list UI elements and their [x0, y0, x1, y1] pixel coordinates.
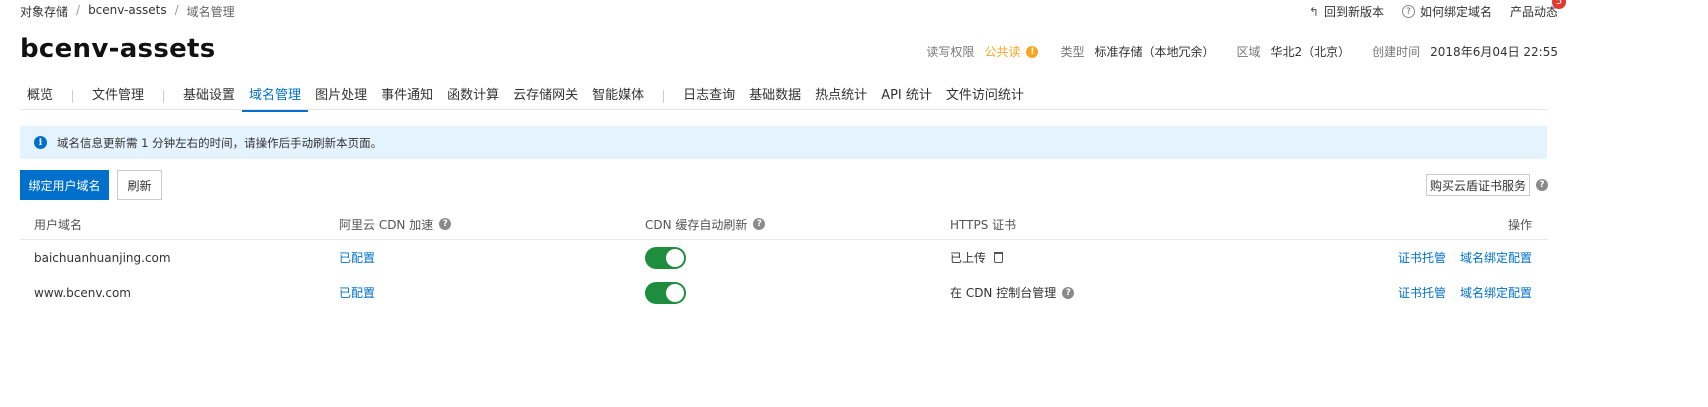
- help-icon[interactable]: ?: [753, 218, 766, 230]
- table-row: www.bcenv.com 已配置 在 CDN 控制台管理 ? 证书托管 域名绑…: [20, 275, 1548, 310]
- tab-event-notification[interactable]: 事件通知: [374, 86, 440, 110]
- type-label: 类型: [1060, 45, 1085, 59]
- acl-value: 公共读 !: [984, 43, 1039, 60]
- header-cdn-label: 阿里云 CDN 加速: [339, 217, 434, 232]
- https-cell: 在 CDN 控制台管理 ?: [950, 275, 1075, 310]
- cdn-refresh-toggle[interactable]: [645, 281, 686, 304]
- created-label: 创建时间: [1372, 45, 1421, 59]
- product-news-label: 产品动态: [1509, 5, 1558, 19]
- tab-domain-management[interactable]: 域名管理: [242, 86, 309, 112]
- cdn-configured-link[interactable]: 已配置: [339, 275, 375, 310]
- tab-divider: [72, 90, 74, 103]
- tab-hotspot-stats[interactable]: 热点统计: [808, 86, 874, 110]
- https-status: 已上传: [950, 251, 987, 265]
- back-to-new-version-label: 回到新版本: [1323, 5, 1384, 19]
- info-alert: i 域名信息更新需 1 分钟左右的时间，请操作后手动刷新本页面。: [20, 126, 1547, 159]
- back-to-new-version-link[interactable]: ↰ 回到新版本: [1309, 3, 1384, 20]
- tab-divider: [163, 90, 165, 103]
- meta-type: 类型 标准存储（本地冗余）: [1060, 43, 1214, 60]
- breadcrumb-item-bucket[interactable]: bcenv-assets: [88, 3, 167, 20]
- acl-label: 读写权限: [926, 45, 975, 59]
- tab-file-access-stats[interactable]: 文件访问统计: [939, 86, 1031, 110]
- top-links: ↰ 回到新版本 ? 如何绑定域名 产品动态 5: [1309, 0, 1566, 20]
- help-icon[interactable]: ?: [1062, 286, 1075, 299]
- https-cell: 已上传: [950, 240, 1004, 275]
- how-to-bind-domain-link[interactable]: ? 如何绑定域名: [1401, 3, 1492, 20]
- breadcrumb-separator: /: [76, 3, 81, 17]
- tab-api-stats[interactable]: API 统计: [874, 86, 939, 110]
- tab-basic-data[interactable]: 基础数据: [742, 86, 808, 110]
- ops-cell: 证书托管 域名绑定配置: [1398, 240, 1532, 275]
- header-cdn-refresh-label: CDN 缓存自动刷新: [645, 217, 748, 232]
- tab-image-processing[interactable]: 图片处理: [308, 86, 374, 110]
- header-cdn: 阿里云 CDN 加速 ?: [339, 209, 452, 239]
- alert-text: 域名信息更新需 1 分钟左右的时间，请操作后手动刷新本页面。: [57, 135, 383, 150]
- cdn-refresh-toggle[interactable]: [645, 246, 686, 269]
- region-label: 区域: [1236, 45, 1261, 59]
- meta-acl: 读写权限 公共读 !: [926, 43, 1039, 60]
- acl-value-text: 公共读: [984, 45, 1021, 59]
- meta-region: 区域 华北2（北京）: [1236, 43, 1350, 60]
- header-https: HTTPS 证书: [950, 209, 1016, 239]
- header-cdn-refresh: CDN 缓存自动刷新 ?: [645, 209, 766, 239]
- domain-binding-config-link[interactable]: 域名绑定配置: [1460, 249, 1532, 266]
- cert-hosting-link[interactable]: 证书托管: [1398, 284, 1446, 301]
- tab-storage-gateway[interactable]: 云存储网关: [506, 86, 585, 110]
- cdn-refresh-cell: [645, 240, 686, 275]
- table-row: baichuanhuanjing.com 已配置 已上传 证书托管 域名绑定配置: [20, 240, 1548, 275]
- table-header: 用户域名 阿里云 CDN 加速 ? CDN 缓存自动刷新 ? HTTPS 证书 …: [20, 209, 1548, 240]
- buy-cert-button[interactable]: 购买云盾证书服务: [1426, 174, 1530, 196]
- tab-basic-settings[interactable]: 基础设置: [176, 86, 242, 110]
- tab-file-management[interactable]: 文件管理: [85, 86, 151, 110]
- help-icon[interactable]: ?: [439, 218, 452, 230]
- https-status: 在 CDN 控制台管理: [950, 286, 1057, 300]
- product-news-link[interactable]: 产品动态 5: [1509, 0, 1566, 20]
- cert-hosting-link[interactable]: 证书托管: [1398, 249, 1446, 266]
- ops-cell: 证书托管 域名绑定配置: [1398, 275, 1532, 310]
- row-domain: www.bcenv.com: [34, 285, 131, 300]
- row-domain: baichuanhuanjing.com: [34, 250, 171, 265]
- tab-function-compute[interactable]: 函数计算: [440, 86, 506, 110]
- cdn-refresh-cell: [645, 275, 686, 310]
- bucket-meta: 读写权限 公共读 ! 类型 标准存储（本地冗余） 区域 华北2（北京） 创建时间…: [926, 43, 1558, 60]
- header-domain: 用户域名: [34, 209, 82, 239]
- page-title: bcenv-assets: [20, 34, 216, 64]
- tab-intelligent-media[interactable]: 智能媒体: [585, 86, 651, 110]
- created-value: 2018年6月04日 22:55: [1430, 45, 1558, 59]
- meta-created: 创建时间 2018年6月04日 22:55: [1372, 43, 1558, 60]
- region-value: 华北2（北京）: [1270, 45, 1351, 59]
- breadcrumb: 对象存储 / bcenv-assets / 域名管理: [20, 3, 235, 20]
- news-count-badge: 5: [1552, 0, 1566, 9]
- refresh-button[interactable]: 刷新: [117, 170, 162, 200]
- header-ops: 操作: [1508, 209, 1532, 239]
- tab-bar: 概览 文件管理 基础设置 域名管理 图片处理 事件通知 函数计算 云存储网关 智…: [20, 86, 1548, 112]
- header-ops-label: 操作: [1507, 217, 1532, 232]
- bind-domain-button[interactable]: 绑定用户域名: [20, 170, 109, 200]
- info-icon: i: [34, 136, 47, 149]
- how-to-bind-domain-label: 如何绑定域名: [1419, 5, 1492, 19]
- tab-log-query[interactable]: 日志查询: [676, 86, 742, 110]
- breadcrumb-item-oss[interactable]: 对象存储: [20, 3, 68, 20]
- trash-icon[interactable]: [994, 252, 1004, 263]
- tab-divider: [663, 90, 665, 103]
- breadcrumb-separator: /: [174, 3, 179, 17]
- warning-icon[interactable]: !: [1026, 45, 1039, 58]
- header-https-label: HTTPS 证书: [950, 217, 1017, 232]
- header-domain-label: 用户域名: [34, 217, 83, 232]
- domain-table: 用户域名 阿里云 CDN 加速 ? CDN 缓存自动刷新 ? HTTPS 证书 …: [20, 209, 1548, 310]
- question-icon: ?: [1401, 5, 1415, 18]
- type-value: 标准存储（本地冗余）: [1094, 45, 1215, 59]
- help-icon[interactable]: ?: [1536, 179, 1548, 191]
- breadcrumb-item-current: 域名管理: [186, 5, 235, 19]
- cdn-configured-link[interactable]: 已配置: [339, 240, 375, 275]
- domain-binding-config-link[interactable]: 域名绑定配置: [1460, 284, 1532, 301]
- tab-overview[interactable]: 概览: [20, 86, 60, 110]
- back-arrow-icon: ↰: [1308, 4, 1319, 19]
